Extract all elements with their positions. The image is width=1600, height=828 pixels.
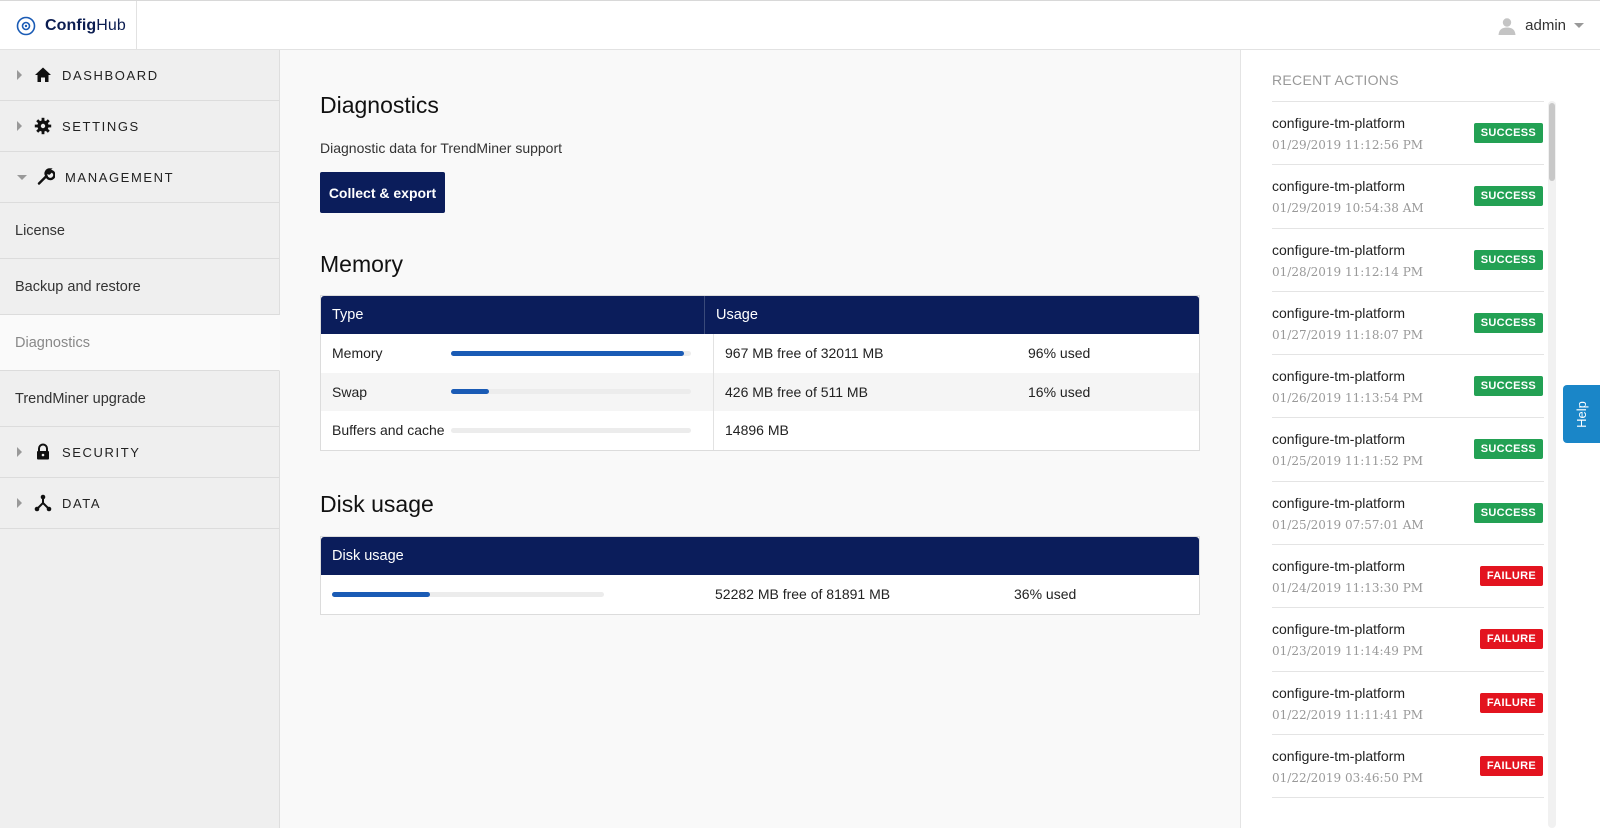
home-icon <box>35 67 51 82</box>
action-timestamp: 01/29/2019 10:54:38 AM <box>1272 201 1424 216</box>
memory-table: Type Usage Memory 967 MB free of 32011 M… <box>320 295 1200 451</box>
status-badge: FAILURE <box>1479 755 1543 776</box>
status-badge: SUCCESS <box>1473 439 1543 460</box>
confighub-logo-icon <box>16 16 36 35</box>
action-name: configure-tm-platform <box>1272 621 1406 638</box>
gear-icon <box>34 117 52 135</box>
action-timestamp: 01/22/2019 11:11:41 PM <box>1272 707 1424 722</box>
list-item[interactable]: configure-tm-platform 01/23/2019 11:14:49… <box>1272 608 1544 672</box>
action-name: configure-tm-platform <box>1272 178 1406 195</box>
list-item[interactable]: configure-tm-platform 01/22/2019 03:46:50… <box>1272 735 1544 799</box>
sidebar-item-data[interactable]: DATA <box>0 478 279 529</box>
chevron-right-icon <box>17 447 22 457</box>
diagnostics-title: Diagnostics <box>320 92 439 118</box>
action-name: configure-tm-platform <box>1272 558 1406 575</box>
table-row: 52282 MB free of 81891 MB 36% used <box>321 575 1199 614</box>
list-item[interactable]: configure-tm-platform 01/29/2019 10:54:38… <box>1272 165 1544 229</box>
sidebar-item-management[interactable]: MANAGEMENT <box>0 152 279 203</box>
sidebar-item-backup-restore[interactable]: Backup and restore <box>0 259 279 315</box>
action-name: configure-tm-platform <box>1272 431 1406 448</box>
action-timestamp: 01/25/2019 07:57:01 AM <box>1272 517 1424 532</box>
action-name: configure-tm-platform <box>1272 747 1406 764</box>
status-badge: SUCCESS <box>1473 249 1543 270</box>
collect-export-button[interactable]: Collect & export <box>320 172 445 213</box>
swap-usage-bar <box>451 389 691 395</box>
column-header-type: Type <box>321 296 705 334</box>
main-content: Diagnostics Diagnostic data for TrendMin… <box>280 50 1240 828</box>
action-timestamp: 01/27/2019 11:18:07 PM <box>1272 327 1424 342</box>
action-name: configure-tm-platform <box>1272 241 1406 258</box>
action-timestamp: 01/28/2019 11:12:14 PM <box>1272 264 1424 279</box>
sidebar-item-diagnostics[interactable]: Diagnostics <box>0 315 280 371</box>
table-row: Memory 967 MB free of 32011 MB 96% used <box>321 334 1199 373</box>
list-item[interactable]: configure-tm-platform 01/22/2019 11:11:41… <box>1272 672 1544 735</box>
status-badge: SUCCESS <box>1473 502 1543 523</box>
status-badge: SUCCESS <box>1473 186 1543 207</box>
list-item[interactable]: configure-tm-platform 01/27/2019 11:18:07… <box>1272 292 1544 356</box>
network-icon <box>34 494 52 512</box>
status-badge: SUCCESS <box>1473 123 1543 143</box>
action-name: configure-tm-platform <box>1272 304 1406 321</box>
wrench-icon <box>37 168 55 185</box>
table-row: Swap 426 MB free of 511 MB 16% used <box>321 372 1199 411</box>
list-item[interactable]: configure-tm-platform 01/24/2019 11:13:30… <box>1272 545 1544 609</box>
action-name: configure-tm-platform <box>1272 115 1406 131</box>
user-name: admin <box>1525 17 1566 34</box>
sidebar-item-trendminer-upgrade[interactable]: TrendMiner upgrade <box>0 371 279 427</box>
brand-name: ConfigHub <box>45 16 126 34</box>
action-name: configure-tm-platform <box>1272 368 1406 385</box>
chevron-right-icon <box>17 121 22 131</box>
action-timestamp: 01/26/2019 11:13:54 PM <box>1272 391 1424 406</box>
top-bar: ConfigHub admin <box>0 0 1600 50</box>
action-name: configure-tm-platform <box>1272 494 1406 511</box>
list-item[interactable]: configure-tm-platform 01/25/2019 11:11:52… <box>1272 418 1544 482</box>
list-item[interactable]: configure-tm-platform 01/26/2019 11:13:54… <box>1272 355 1544 419</box>
memory-table-header: Type Usage <box>321 296 1199 334</box>
chevron-down-icon <box>1574 23 1584 28</box>
recent-actions-list: configure-tm-platform 01/29/2019 11:12:56… <box>1272 101 1544 799</box>
sidebar: DASHBOARD SETTINGS MANAGEMENT License Ba… <box>0 50 280 828</box>
status-badge: SUCCESS <box>1473 376 1543 397</box>
sidebar-item-dashboard[interactable]: DASHBOARD <box>0 50 279 101</box>
disk-usage-bar <box>332 591 604 597</box>
action-timestamp: 01/22/2019 03:46:50 PM <box>1272 770 1424 785</box>
recent-actions-title: RECENT ACTIONS <box>1272 72 1399 88</box>
status-badge: FAILURE <box>1479 566 1543 587</box>
user-menu[interactable]: admin <box>1497 1 1584 50</box>
action-name: configure-tm-platform <box>1272 684 1406 701</box>
column-header-disk-usage: Disk usage <box>332 548 404 564</box>
sidebar-item-license[interactable]: License <box>0 203 279 259</box>
scrollbar-thumb[interactable] <box>1549 103 1555 181</box>
brand-logo[interactable]: ConfigHub <box>0 1 137 50</box>
recent-actions-scrollbar[interactable] <box>1548 101 1556 828</box>
column-header-usage: Usage <box>716 307 758 323</box>
memory-title: Memory <box>320 251 404 277</box>
sidebar-item-security[interactable]: SECURITY <box>0 427 279 478</box>
help-tab[interactable]: Help <box>1563 385 1600 443</box>
diagnostics-description: Diagnostic data for TrendMiner support <box>320 140 563 156</box>
list-item[interactable]: configure-tm-platform 01/25/2019 07:57:01… <box>1272 482 1544 546</box>
status-badge: FAILURE <box>1479 629 1543 650</box>
user-avatar-icon <box>1498 17 1516 35</box>
recent-actions-panel: RECENT ACTIONS configure-tm-platform 01/2… <box>1240 50 1600 828</box>
memory-usage-bar <box>451 350 691 356</box>
status-badge: FAILURE <box>1479 692 1543 713</box>
action-timestamp: 01/29/2019 11:12:56 PM <box>1272 138 1424 152</box>
chevron-right-icon <box>17 70 22 80</box>
action-timestamp: 01/23/2019 11:14:49 PM <box>1272 644 1424 659</box>
chevron-right-icon <box>17 498 22 508</box>
chevron-down-icon <box>17 174 27 180</box>
list-item[interactable]: configure-tm-platform 01/29/2019 11:12:56… <box>1272 102 1544 166</box>
disk-table: Disk usage 52282 MB free of 81891 MB 36%… <box>320 536 1200 615</box>
list-item[interactable]: configure-tm-platform 01/28/2019 11:12:14… <box>1272 229 1544 292</box>
sidebar-item-settings[interactable]: SETTINGS <box>0 101 279 152</box>
status-badge: SUCCESS <box>1473 312 1543 333</box>
table-row: Buffers and cache 14896 MB <box>321 411 1199 450</box>
disk-table-header: Disk usage <box>321 537 1199 575</box>
lock-icon <box>37 443 49 460</box>
buffers-usage-bar <box>451 427 691 433</box>
action-timestamp: 01/25/2019 11:11:52 PM <box>1272 454 1424 469</box>
disk-usage-title: Disk usage <box>320 491 434 517</box>
action-timestamp: 01/24/2019 11:13:30 PM <box>1272 581 1424 596</box>
